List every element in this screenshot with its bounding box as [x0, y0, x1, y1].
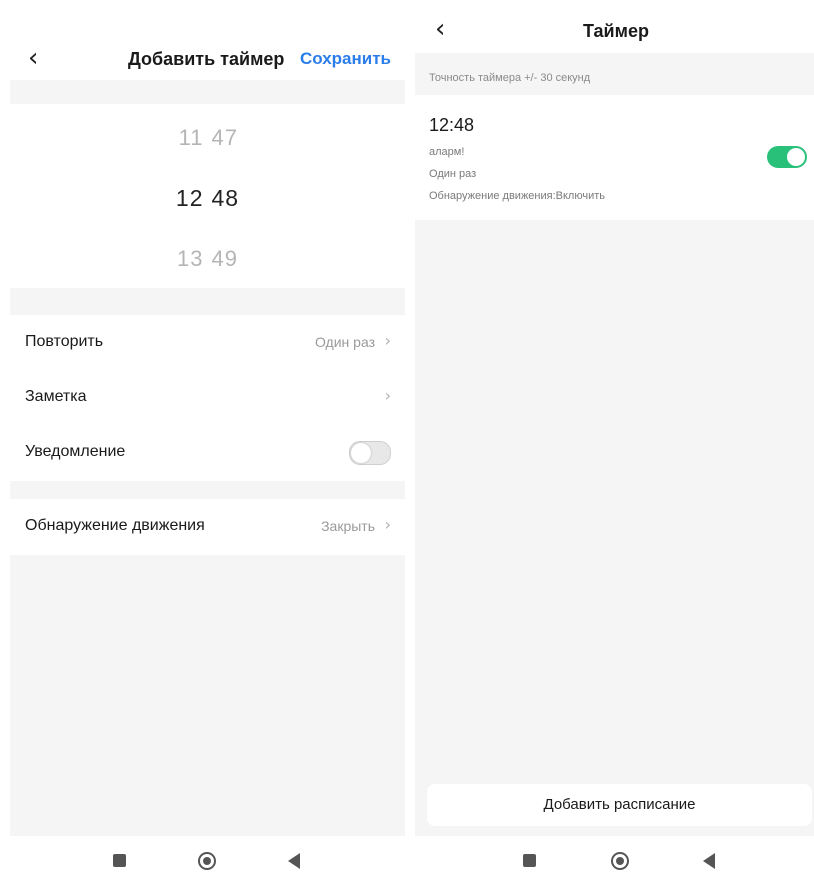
add-timer-header: ‹ Добавить таймер Сохранить	[10, 0, 405, 80]
save-button[interactable]: Сохранить	[300, 49, 391, 69]
picker-row-prev[interactable]: 11 47	[10, 125, 405, 151]
repeat-row[interactable]: Повторить Один раз ›	[10, 315, 405, 370]
toggle-knob	[787, 148, 805, 166]
section-gap	[10, 80, 405, 104]
chevron-right-icon: ›	[384, 331, 391, 350]
picker-row-current[interactable]: 12 48	[10, 185, 405, 212]
home-dot	[203, 857, 211, 865]
timer-list-screen: ‹ Таймер Точность таймера +/- 30 секунд …	[415, 0, 814, 881]
section-gap	[10, 288, 405, 315]
triangle-back-icon[interactable]	[703, 853, 715, 869]
timer-item[interactable]: 12:48 аларм! Один раз Обнаружение движен…	[415, 95, 814, 220]
notification-label: Уведомление	[25, 443, 126, 460]
picker-minute-next[interactable]: 49	[212, 246, 246, 272]
picker-minute-current[interactable]: 48	[212, 185, 246, 212]
timer-note: аларм!	[429, 146, 465, 158]
chevron-right-icon: ›	[384, 386, 391, 405]
motion-detection-row[interactable]: Обнаружение движения Закрыть ›	[10, 499, 405, 554]
timer-toggle[interactable]	[767, 146, 807, 168]
system-nav-bar	[415, 836, 814, 881]
picker-hour-current[interactable]: 12	[170, 185, 204, 212]
timer-motion: Обнаружение движения:Включить	[429, 190, 605, 202]
system-nav-bar	[10, 836, 405, 881]
picker-minute-prev[interactable]: 47	[212, 125, 246, 151]
motion-detection-value: Закрыть	[321, 518, 375, 534]
chevron-right-icon: ›	[384, 515, 391, 534]
notification-row: Уведомление	[10, 425, 405, 480]
screen-divider	[405, 0, 415, 881]
note-row[interactable]: Заметка ›	[10, 370, 405, 425]
timer-header: ‹ Таймер	[415, 0, 814, 53]
page-title: Добавить таймер	[128, 49, 285, 69]
notification-toggle[interactable]	[349, 441, 391, 465]
triangle-back-icon[interactable]	[288, 853, 300, 869]
picker-hour-prev[interactable]: 11	[170, 125, 204, 151]
accuracy-hint: Точность таймера +/- 30 секунд	[429, 72, 591, 84]
picker-hour-next[interactable]: 13	[170, 246, 204, 272]
picker-row-next[interactable]: 13 49	[10, 246, 405, 272]
timer-time: 12:48	[429, 115, 475, 135]
home-dot	[616, 857, 624, 865]
timer-repeat: Один раз	[429, 168, 477, 180]
note-label: Заметка	[25, 388, 87, 405]
back-icon[interactable]: ‹	[28, 45, 38, 71]
add-schedule-button[interactable]: Добавить расписание	[427, 784, 812, 826]
section-gap	[10, 481, 405, 499]
square-icon[interactable]	[523, 854, 536, 867]
repeat-label: Повторить	[25, 333, 104, 350]
circle-icon[interactable]	[611, 852, 629, 870]
toggle-knob	[351, 443, 371, 463]
square-icon[interactable]	[113, 854, 126, 867]
hint-bar: Точность таймера +/- 30 секунд	[415, 53, 814, 95]
back-icon[interactable]: ‹	[435, 16, 445, 42]
repeat-value: Один раз	[314, 334, 375, 350]
circle-icon[interactable]	[198, 852, 216, 870]
empty-area	[10, 555, 405, 836]
motion-detection-label: Обнаружение движения	[25, 517, 205, 534]
empty-area	[415, 220, 814, 836]
page-title: Таймер	[583, 21, 649, 41]
add-timer-screen: ‹ Добавить таймер Сохранить 11 47 12 48 13…	[10, 0, 405, 881]
